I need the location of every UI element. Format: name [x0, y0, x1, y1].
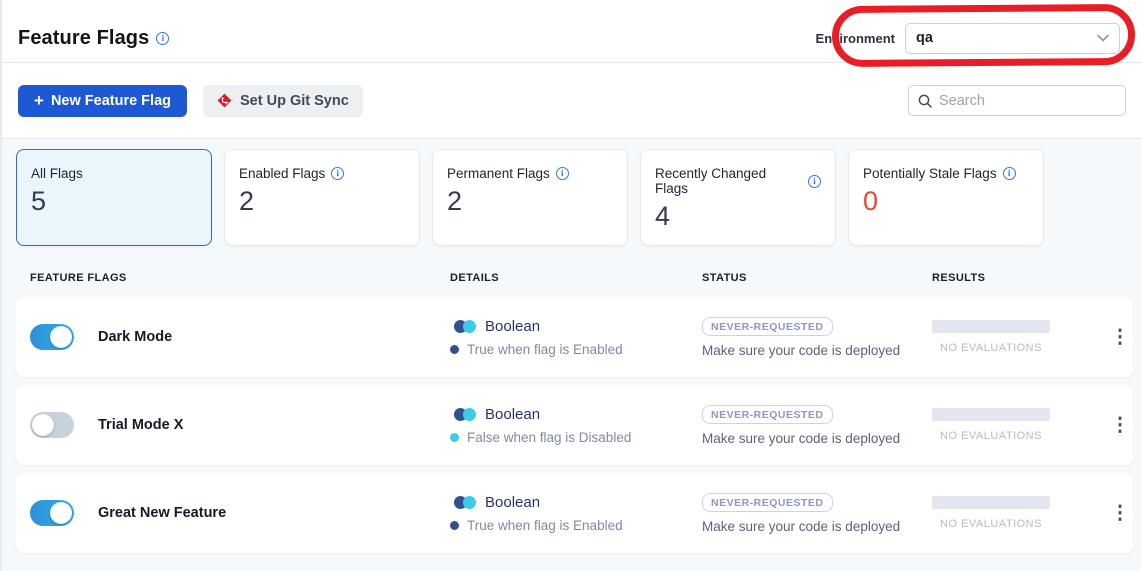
info-icon[interactable]: i [331, 167, 344, 180]
kebab-menu-icon[interactable]: ⋮ [1100, 328, 1130, 347]
column-header-status: STATUS [702, 272, 932, 284]
boolean-type-icon [454, 320, 476, 333]
stat-label: Recently Changed Flags [655, 166, 802, 196]
page-title: Feature Flags [18, 27, 149, 50]
stat-value: 2 [239, 186, 405, 217]
title-info-icon[interactable]: i [156, 32, 169, 45]
status-badge: NEVER-REQUESTED [702, 317, 833, 336]
status-text: Make sure your code is deployed [702, 519, 932, 534]
status-badge: NEVER-REQUESTED [702, 493, 833, 512]
status-badge: NEVER-REQUESTED [702, 405, 833, 424]
value-dot-icon [450, 521, 459, 530]
stat-value: 2 [447, 186, 613, 217]
environment-value: qa [916, 30, 933, 46]
flag-type: Boolean [485, 494, 540, 511]
stat-card-potentially-stale-flags[interactable]: Potentially Stale Flags i 0 [848, 149, 1044, 246]
value-dot-icon [450, 345, 459, 354]
stat-label: Permanent Flags [447, 166, 550, 181]
stat-label: Potentially Stale Flags [863, 166, 997, 181]
flag-description: True when flag is Enabled [467, 342, 623, 357]
search-icon [918, 94, 932, 108]
flag-description: True when flag is Enabled [467, 518, 623, 533]
flag-name[interactable]: Great New Feature [98, 505, 226, 521]
kebab-menu-icon[interactable]: ⋮ [1100, 416, 1130, 435]
stat-label: Enabled Flags [239, 166, 325, 181]
stat-card-enabled-flags[interactable]: Enabled Flags i 2 [224, 149, 420, 246]
flag-type: Boolean [485, 318, 540, 335]
flag-name[interactable]: Dark Mode [98, 329, 172, 345]
new-feature-flag-button[interactable]: + New Feature Flag [18, 85, 187, 117]
kebab-menu-icon[interactable]: ⋮ [1100, 504, 1130, 523]
boolean-type-icon [454, 408, 476, 421]
status-text: Make sure your code is deployed [702, 431, 932, 446]
results-bar [932, 320, 1050, 333]
results-label: NO EVALUATIONS [932, 518, 1050, 530]
table-row: Great New Feature Boolean True when flag… [16, 473, 1133, 553]
environment-label: Environment [816, 31, 895, 46]
setup-git-sync-button[interactable]: Set Up Git Sync [203, 85, 363, 117]
flag-type: Boolean [485, 406, 540, 423]
stat-label: All Flags [31, 166, 83, 181]
table-row: Trial Mode X Boolean False when flag is … [16, 385, 1133, 465]
page-header: Feature Flags i Environment qa [2, 0, 1142, 63]
stat-card-recently-changed-flags[interactable]: Recently Changed Flags i 4 [640, 149, 836, 246]
results-label: NO EVALUATIONS [932, 430, 1050, 442]
results-bar [932, 496, 1050, 509]
info-icon[interactable]: i [808, 175, 821, 188]
flag-toggle[interactable] [30, 412, 74, 438]
search-box [908, 85, 1126, 116]
search-input[interactable] [939, 93, 1126, 109]
feature-flags-page: Feature Flags i Environment qa + New Fea… [0, 0, 1142, 571]
column-header-details: DETAILS [450, 272, 702, 284]
stat-value: 5 [31, 186, 197, 217]
stat-value: 0 [863, 186, 1029, 217]
boolean-type-icon [454, 496, 476, 509]
info-icon[interactable]: i [556, 167, 569, 180]
results-bar [932, 408, 1050, 421]
toolbar: + New Feature Flag Set Up Git Sync [2, 63, 1142, 139]
table-header: FEATURE FLAGS DETAILS STATUS RESULTS [16, 272, 1133, 284]
git-icon [217, 93, 232, 108]
plus-icon: + [34, 91, 44, 111]
flag-toggle[interactable] [30, 500, 74, 526]
info-icon[interactable]: i [1003, 167, 1016, 180]
stats-cards: All Flags 5 Enabled Flags i 2 Permanent … [16, 149, 1128, 246]
results-label: NO EVALUATIONS [932, 342, 1050, 354]
table-row: Dark Mode Boolean True when flag is Enab… [16, 297, 1133, 377]
chevron-down-icon [1097, 34, 1109, 42]
flag-description: False when flag is Disabled [467, 430, 631, 445]
environment-select[interactable]: qa [905, 23, 1120, 54]
status-text: Make sure your code is deployed [702, 343, 932, 358]
value-dot-icon [450, 433, 459, 442]
column-header-results: RESULTS [932, 272, 1100, 284]
stat-card-all-flags[interactable]: All Flags 5 [16, 149, 212, 246]
flag-toggle[interactable] [30, 324, 74, 350]
column-header-feature-flags: FEATURE FLAGS [30, 272, 450, 284]
flag-name[interactable]: Trial Mode X [98, 417, 183, 433]
stat-card-permanent-flags[interactable]: Permanent Flags i 2 [432, 149, 628, 246]
stat-value: 4 [655, 201, 821, 232]
